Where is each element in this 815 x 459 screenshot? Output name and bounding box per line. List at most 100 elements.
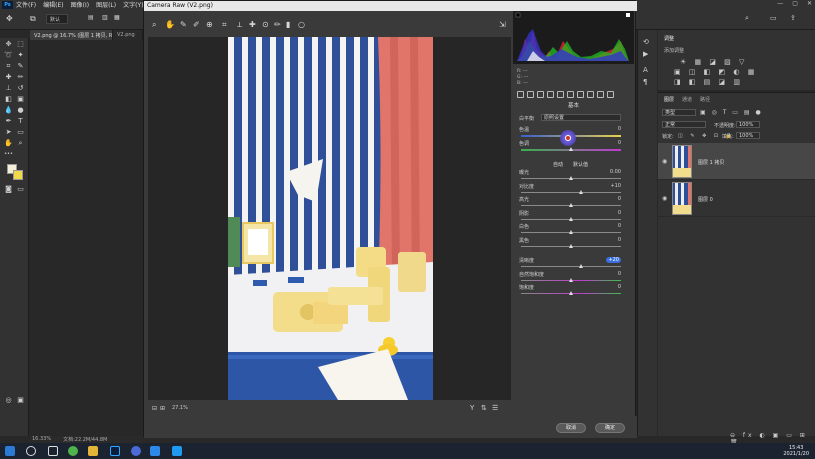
visibility-eye-icon[interactable]: ◉ xyxy=(662,158,667,165)
mode-dropdown[interactable]: 默认 xyxy=(46,14,68,24)
clone-stamp-icon[interactable]: ⊥ xyxy=(3,84,14,93)
tone-slider-thumb[interactable] xyxy=(569,176,573,180)
file-explorer-icon[interactable] xyxy=(88,446,98,456)
tab-channels[interactable]: 通道 xyxy=(682,96,692,103)
layer-row-base[interactable]: ◉ 图层 0 xyxy=(658,180,815,217)
dodge-icon[interactable]: ● xyxy=(15,106,26,115)
tab-snapshots-icon[interactable] xyxy=(607,91,614,98)
crop-icon[interactable]: ⌗ xyxy=(3,62,14,71)
lasso-icon[interactable]: ➰ xyxy=(3,51,14,60)
doc-tab-v2[interactable]: V2.png xyxy=(113,30,143,40)
minimize-icon[interactable]: — xyxy=(777,0,783,7)
eraser-icon[interactable]: ◧ xyxy=(3,95,14,104)
toggle-before-after-icon[interactable]: Y xyxy=(470,404,474,412)
close-icon[interactable]: ✕ xyxy=(807,0,812,7)
screen-mode-icon[interactable]: ▭ xyxy=(15,185,26,194)
pen-icon[interactable]: ✒ xyxy=(3,117,14,126)
paragraph-panel-icon[interactable]: ¶ xyxy=(643,78,647,86)
open-preferences-icon[interactable]: ⇲ xyxy=(499,20,506,29)
white-balance-slider-value[interactable]: 0 xyxy=(618,126,621,132)
presence-slider-value[interactable]: 0 xyxy=(618,271,621,277)
adjustment-icons-row3[interactable]: ◨ ◧ ▤ ◪ ▥ xyxy=(674,78,743,86)
graduated-filter-icon[interactable]: ▮ xyxy=(286,20,290,29)
ok-button[interactable]: 确定 xyxy=(595,423,625,433)
adjustment-brush-icon[interactable]: ✏ xyxy=(274,20,281,29)
tone-slider-thumb[interactable] xyxy=(569,203,573,207)
tone-slider-value[interactable]: 0 xyxy=(618,223,621,229)
tone-slider-track[interactable] xyxy=(521,191,621,193)
gradient-icon[interactable]: ▣ xyxy=(15,95,26,104)
presence-slider-thumb[interactable] xyxy=(579,264,583,268)
align-center-icon[interactable]: ▥ xyxy=(102,14,108,21)
menu-type[interactable]: 文字(Y) xyxy=(123,0,143,9)
distribute-icon[interactable]: ▦ xyxy=(114,14,120,21)
compare-icon[interactable]: ☰ xyxy=(492,404,498,412)
search-icon[interactable]: ⌕ xyxy=(745,14,749,23)
swap-settings-icon[interactable]: ⇅ xyxy=(481,404,487,412)
app-icon[interactable] xyxy=(150,446,160,456)
more-tools-icon[interactable]: ••• xyxy=(3,150,14,159)
eyedropper-icon[interactable]: ✎ xyxy=(15,62,26,71)
tone-slider-value[interactable]: +10 xyxy=(610,183,621,189)
maximize-icon[interactable]: ▢ xyxy=(792,0,798,7)
tone-slider-value[interactable]: 0 xyxy=(618,210,621,216)
magic-wand-icon[interactable]: ✦ xyxy=(15,51,26,60)
text-icon[interactable]: T xyxy=(15,117,26,126)
browser-icon[interactable] xyxy=(131,446,141,456)
workspace-icon[interactable]: ▭ xyxy=(770,14,777,22)
history-icon[interactable]: ↺ xyxy=(15,84,26,93)
start-icon[interactable] xyxy=(5,446,15,456)
share-icon[interactable]: ⇪ xyxy=(790,14,796,22)
tab-effects-icon[interactable] xyxy=(577,91,584,98)
clock[interactable]: 15:43 2021/1/20 xyxy=(783,445,809,457)
menu-edit[interactable]: 编辑(E) xyxy=(43,0,63,9)
tab-paths[interactable]: 路径 xyxy=(700,96,710,103)
red-eye-icon[interactable]: ⊙ xyxy=(262,20,269,29)
tone-slider-value[interactable]: 0.00 xyxy=(610,169,621,175)
adjustment-icons-row2[interactable]: ▣ ◫ ◧ ◩ ◐ ▦ xyxy=(674,68,757,76)
blur-icon[interactable]: 💧 xyxy=(3,106,14,115)
tab-hsl-icon[interactable] xyxy=(547,91,554,98)
zoom-level[interactable]: 27.1% xyxy=(172,405,188,411)
tab-presets-icon[interactable] xyxy=(597,91,604,98)
move-tool-icon[interactable]: ✥ xyxy=(6,14,13,23)
tab-split-tone-icon[interactable] xyxy=(557,91,564,98)
adjustment-icons-row1[interactable]: ☀ ▦ ◪ ▨ ▽ xyxy=(680,58,747,66)
presence-slider-thumb[interactable] xyxy=(569,277,573,282)
spot-removal-icon[interactable]: ✚ xyxy=(249,20,256,29)
tone-slider-thumb[interactable] xyxy=(579,189,583,194)
zoom-icon[interactable]: ⌕ xyxy=(15,139,26,148)
zoom-out-icon[interactable]: ⊟ xyxy=(152,405,157,412)
image-preview[interactable] xyxy=(148,37,511,400)
align-icon[interactable]: ▤ xyxy=(88,14,94,21)
quick-mask-icon[interactable]: ◙ xyxy=(3,185,14,194)
healing-brush-icon[interactable]: ✚ xyxy=(3,73,14,82)
adjustments-tab[interactable]: 调整 xyxy=(664,35,674,42)
actions-panel-icon[interactable]: ▶ xyxy=(643,50,648,58)
brush-icon[interactable]: ✏ xyxy=(15,73,26,82)
menu-file[interactable]: 文件(F) xyxy=(16,0,36,9)
menu-layer[interactable]: 图层(L) xyxy=(96,0,116,9)
tab-lens-icon[interactable] xyxy=(567,91,574,98)
tab-tone-curve-icon[interactable] xyxy=(527,91,534,98)
wechat-icon[interactable] xyxy=(68,446,78,456)
app2-icon[interactable] xyxy=(172,446,182,456)
menu-image[interactable]: 图像(I) xyxy=(71,0,89,9)
blend-mode-dropdown[interactable]: 正常 xyxy=(662,121,706,128)
white-balance-slider-value[interactable]: 0 xyxy=(618,140,621,146)
visibility-eye-icon[interactable]: ◉ xyxy=(662,195,667,202)
opacity-input[interactable]: 100% xyxy=(736,121,760,128)
crop-tool-icon[interactable]: ⌗ xyxy=(222,20,227,30)
hand-tool-icon[interactable]: ✋ xyxy=(165,20,175,29)
tone-slider-thumb[interactable] xyxy=(569,243,573,248)
marquee-icon[interactable]: ⬚ xyxy=(15,40,26,49)
fill-input[interactable]: 100% xyxy=(736,132,760,139)
tab-detail-icon[interactable] xyxy=(537,91,544,98)
tab-calibration-icon[interactable] xyxy=(587,91,594,98)
photoshop-taskbar-icon[interactable] xyxy=(110,446,120,456)
tab-layers[interactable]: 图层 xyxy=(664,96,674,103)
layer-filter-icons[interactable]: ▣ ◎ T ▭ ▤ ● xyxy=(700,109,763,116)
doc-tab-v2-active[interactable]: V2.png @ 16.7% (图层 1 拷贝, RGB/8#) xyxy=(30,30,113,40)
zoom-tool-icon[interactable]: ⌕ xyxy=(152,20,156,30)
white-balance-tool-icon[interactable]: ✎ xyxy=(180,20,187,29)
